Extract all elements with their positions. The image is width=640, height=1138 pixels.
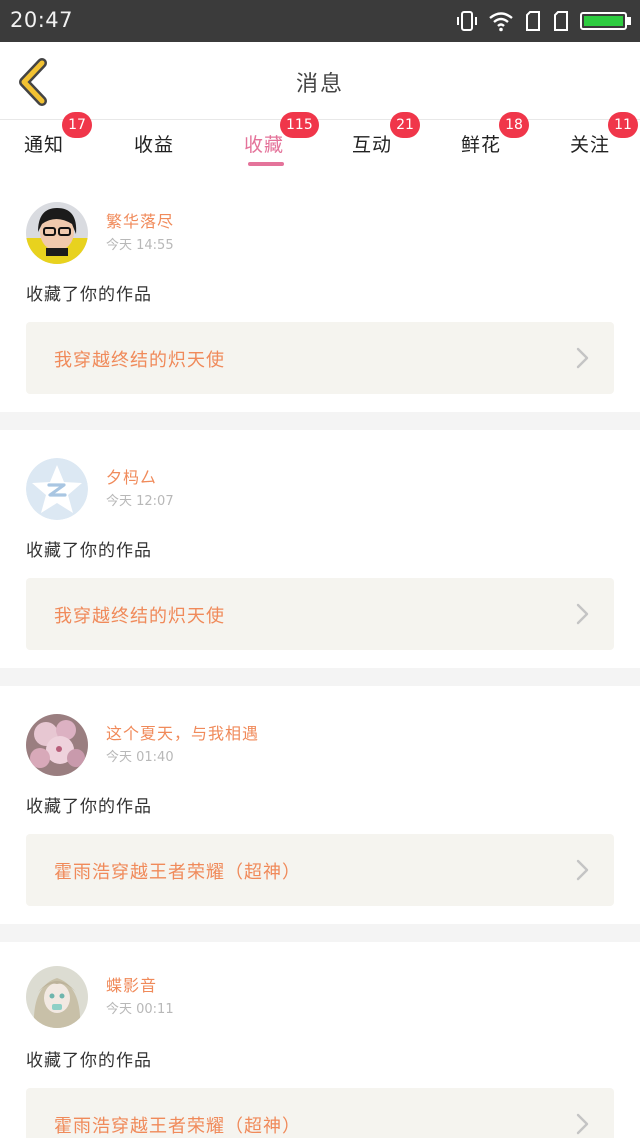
- tab-badge: 17: [62, 112, 92, 138]
- active-tab-indicator: [248, 162, 284, 166]
- wifi-icon: [489, 12, 513, 32]
- tab-interactions[interactable]: 互动 21: [352, 112, 422, 170]
- tab-badge: 115: [280, 112, 319, 138]
- header: 消息: [0, 42, 640, 120]
- tab-badge: 11: [608, 112, 638, 138]
- avatar-image: [26, 202, 88, 264]
- chevron-right-icon: [576, 347, 589, 369]
- work-link[interactable]: 霍雨浩穿越王者荣耀（超神）: [26, 1088, 614, 1138]
- list-separator: [0, 668, 640, 686]
- username[interactable]: 这个夏天，与我相遇: [106, 720, 259, 744]
- tab-badge: 18: [499, 112, 529, 138]
- avatar-image: [26, 714, 88, 776]
- battery-icon: [580, 12, 631, 30]
- tab-label: 互动: [352, 134, 393, 156]
- timestamp: 今天 00:11: [106, 1002, 174, 1017]
- tab-badge: 21: [390, 112, 420, 138]
- list-item: 这个夏天，与我相遇 今天 01:40 收藏了你的作品 霍雨浩穿越王者荣耀（超神）: [0, 686, 640, 924]
- tab-flowers[interactable]: 鲜花 18: [461, 112, 531, 170]
- tab-label: 通知: [24, 134, 65, 156]
- action-text: 收藏了你的作品: [26, 797, 152, 817]
- work-link[interactable]: 我穿越终结的炽天使: [26, 322, 614, 394]
- action-text: 收藏了你的作品: [26, 285, 152, 305]
- list-item: 繁华落尽 今天 14:55 收藏了你的作品 我穿越终结的炽天使: [0, 170, 640, 412]
- work-link[interactable]: 我穿越终结的炽天使: [26, 578, 614, 650]
- work-title: 我穿越终结的炽天使: [54, 350, 225, 371]
- avatar[interactable]: [26, 202, 88, 264]
- sim-card-icon: [554, 11, 568, 31]
- page-title: 消息: [295, 72, 344, 97]
- vibrate-icon: [457, 11, 477, 31]
- timestamp: 今天 01:40: [106, 750, 174, 765]
- work-title: 霍雨浩穿越王者荣耀（超神）: [54, 1116, 301, 1137]
- avatar-image: [26, 966, 88, 1028]
- list-separator: [0, 412, 640, 430]
- tab-label: 收益: [134, 134, 175, 156]
- list-item: 蝶影音 今天 00:11 收藏了你的作品 霍雨浩穿越王者荣耀（超神）: [0, 942, 640, 1138]
- tab-bar: 通知 17 收益 收藏 115 互动 21 鲜花 18 关注 11: [0, 112, 640, 170]
- default-qq-star-avatar: [26, 458, 88, 520]
- tab-label: 收藏: [244, 134, 285, 156]
- list-separator: [0, 924, 640, 942]
- sim-card-icon: [526, 11, 540, 31]
- work-title: 我穿越终结的炽天使: [54, 606, 225, 627]
- status-bar: 20:47: [0, 0, 640, 42]
- avatar[interactable]: [26, 458, 88, 520]
- chevron-right-icon: [576, 1113, 589, 1135]
- username[interactable]: 蝶影音: [106, 972, 157, 996]
- timestamp: 今天 14:55: [106, 238, 174, 253]
- avatar[interactable]: [26, 966, 88, 1028]
- avatar[interactable]: [26, 714, 88, 776]
- tab-follows[interactable]: 关注 11: [570, 112, 640, 170]
- action-text: 收藏了你的作品: [26, 541, 152, 561]
- username[interactable]: 繁华落尽: [106, 208, 174, 232]
- status-icons: [456, 9, 632, 33]
- chevron-right-icon: [576, 859, 589, 881]
- chevron-right-icon: [576, 603, 589, 625]
- action-text: 收藏了你的作品: [26, 1051, 152, 1071]
- tab-label: 鲜花: [461, 134, 502, 156]
- status-time: 20:47: [10, 8, 74, 32]
- work-link[interactable]: 霍雨浩穿越王者荣耀（超神）: [26, 834, 614, 906]
- username[interactable]: 夕杩厶: [106, 464, 157, 488]
- work-title: 霍雨浩穿越王者荣耀（超神）: [54, 862, 301, 883]
- tab-notifications[interactable]: 通知 17: [24, 112, 94, 170]
- timestamp: 今天 12:07: [106, 494, 174, 509]
- tab-earnings[interactable]: 收益: [134, 120, 204, 170]
- list-item: 夕杩厶 今天 12:07 收藏了你的作品 我穿越终结的炽天使: [0, 430, 640, 668]
- tab-label: 关注: [570, 134, 611, 156]
